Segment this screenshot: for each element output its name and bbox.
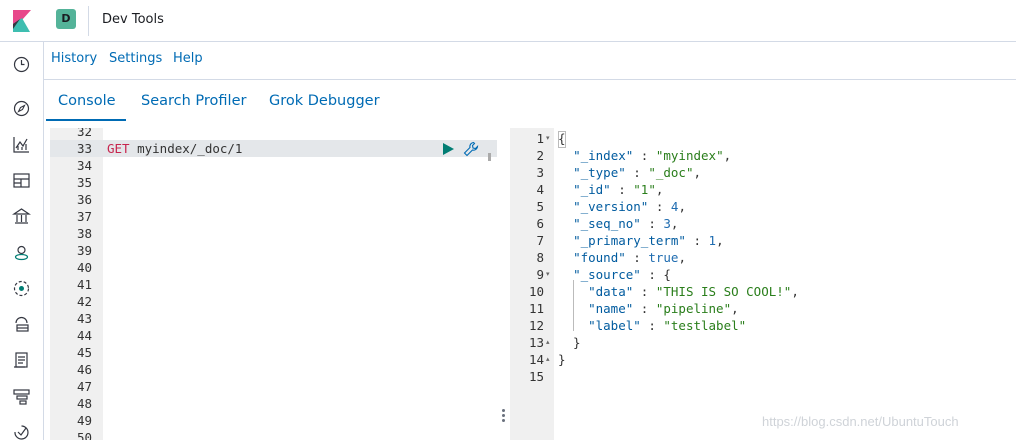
apm-icon[interactable] [12,387,31,406]
line-number: 8 [536,250,544,265]
response-line: } [558,352,566,367]
line-number: 12 [528,318,544,333]
line-number: 10 [528,284,544,299]
line-number: 42 [76,294,92,309]
line-number: 13 [528,335,544,350]
visualize-icon[interactable] [12,135,31,154]
line-number: 2 [536,148,544,163]
line-number: 38 [76,226,92,241]
active-tab-indicator [46,119,126,121]
play-icon[interactable] [441,141,455,157]
space-avatar[interactable]: D [56,9,76,29]
clock-icon[interactable] [12,55,31,74]
line-number: 35 [76,175,92,190]
settings-link[interactable]: Settings [109,51,162,66]
response-line: "_primary_term" : 1, [573,233,724,248]
dev-tools-menu: History Settings Help [44,42,1016,80]
line-number: 7 [536,233,544,248]
response-line: "_index" : "myindex", [573,148,732,163]
uptime-icon[interactable] [12,423,31,440]
line-number: 44 [76,328,92,343]
wrench-icon[interactable] [463,141,479,157]
ml-icon[interactable] [12,279,31,298]
tab-grok-debugger[interactable]: Grok Debugger [269,93,380,109]
response-line: "data" : "THIS IS SO COOL!", [588,284,799,299]
line-number: 11 [528,301,544,316]
fold-toggle-icon[interactable]: ▾ [546,130,550,147]
line-number: 41 [76,277,92,292]
response-line: "name" : "pipeline", [588,301,739,316]
maps-icon[interactable] [12,243,31,262]
side-nav [0,42,44,440]
line-number: 39 [76,243,92,258]
tab-search-profiler[interactable]: Search Profiler [141,93,246,109]
line-number: 32 [76,128,92,139]
line-number: 6 [536,216,544,231]
line-number: 40 [76,260,92,275]
header-divider [88,6,89,36]
line-number: 45 [76,345,92,360]
response-line: "label" : "testlabel" [588,318,747,333]
response-line: "_id" : "1", [573,182,664,197]
response-editor[interactable]: 1 ▾{2 "_index" : "myindex", 3 "_type" : "_… [510,128,1016,440]
line-number: 14 [528,352,544,367]
line-number: 37 [76,209,92,224]
fold-toggle-icon[interactable]: ▴ [546,351,550,368]
line-number: 3 [536,165,544,180]
fold-toggle-icon[interactable]: ▴ [546,334,550,351]
history-link[interactable]: History [51,51,97,66]
response-line: } [558,335,581,350]
panel-resizer-handle[interactable] [499,408,507,424]
page-title: Dev Tools [102,12,164,27]
infrastructure-icon[interactable] [12,315,31,334]
dashboard-icon[interactable] [12,171,31,190]
request-line[interactable]: GET myindex/_doc/1 [107,140,242,157]
fold-toggle-icon[interactable]: ▾ [546,266,550,283]
watermark: https://blog.csdn.net/UbuntuTouch [762,414,959,429]
line-number: 47 [76,379,92,394]
help-link[interactable]: Help [173,51,203,66]
line-number: 43 [76,311,92,326]
line-number: 50 [76,430,92,440]
request-method: GET [107,141,130,156]
compass-icon[interactable] [12,99,31,118]
line-number: 33 [76,141,92,156]
line-number: 46 [76,362,92,377]
line-number: 49 [76,413,92,428]
dev-tools-tabs: Console Search Profiler Grok Debugger [44,80,1016,124]
request-path: myindex/_doc/1 [129,141,243,156]
line-number: 36 [76,192,92,207]
line-number: 48 [76,396,92,411]
top-header: D Dev Tools [0,0,1016,42]
scroll-marker [488,153,491,161]
line-number: 4 [536,182,544,197]
response-line: "found" : true, [573,250,686,265]
line-number: 1 [536,131,544,146]
line-number: 34 [76,158,92,173]
line-number: 5 [536,199,544,214]
request-editor[interactable]: 32 33 34 35 36 37 38 39 40 41 42 43 44 45 46 47 48 49 50 G… [50,128,497,440]
response-line: "_type" : "_doc", [573,165,702,180]
response-line: { [558,131,566,146]
canvas-icon[interactable] [12,207,31,226]
line-number: 15 [528,369,544,384]
logs-icon[interactable] [12,351,31,370]
response-line: "_version" : 4, [573,199,686,214]
response-line: "_seq_no" : 3, [573,216,679,231]
tab-console[interactable]: Console [58,93,116,109]
response-line: "_source" : { [573,267,671,282]
line-number: 9 [536,267,544,282]
kibana-logo-icon[interactable] [13,10,31,32]
